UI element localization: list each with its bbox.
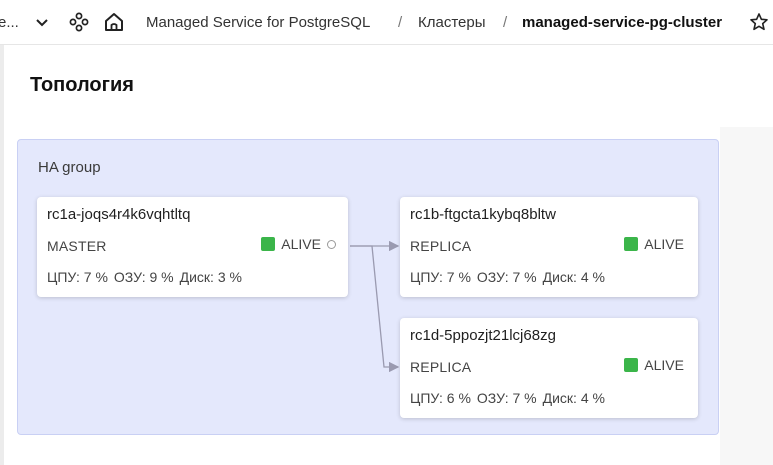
connection-handle-icon xyxy=(327,239,336,249)
host-status: ALIVE xyxy=(261,236,336,252)
host-name: rc1b-ftgcta1kybq8bltw xyxy=(410,206,556,223)
host-metrics: ЦПУ: 6 % ОЗУ: 7 % Диск: 4 % xyxy=(410,390,605,406)
host-metrics: ЦПУ: 7 % ОЗУ: 7 % Диск: 4 % xyxy=(410,269,605,285)
host-card-replica-1[interactable]: rc1b-ftgcta1kybq8bltw REPLICA ALIVE ЦПУ:… xyxy=(400,197,698,297)
host-role: MASTER xyxy=(47,238,107,254)
host-metrics: ЦПУ: 7 % ОЗУ: 9 % Диск: 3 % xyxy=(47,269,242,285)
ram-usage: ОЗУ: 9 % xyxy=(113,269,174,285)
host-role: REPLICA xyxy=(410,238,472,254)
disk-usage: Диск: 3 % xyxy=(179,269,242,285)
host-status: ALIVE xyxy=(624,236,684,252)
status-indicator-icon xyxy=(624,358,639,372)
status-label: ALIVE xyxy=(644,357,684,373)
cpu-usage: ЦПУ: 7 % xyxy=(47,269,108,285)
status-label: ALIVE xyxy=(281,236,321,252)
cpu-usage: ЦПУ: 6 % xyxy=(410,390,471,406)
host-status: ALIVE xyxy=(624,357,684,373)
host-role: REPLICA xyxy=(410,359,472,375)
host-card-replica-2[interactable]: rc1d-5ppozjt21lcj68zg REPLICA ALIVE ЦПУ:… xyxy=(400,318,698,418)
host-name: rc1d-5ppozjt21lcj68zg xyxy=(410,327,556,344)
ram-usage: ОЗУ: 7 % xyxy=(476,269,537,285)
status-indicator-icon xyxy=(624,237,639,251)
status-label: ALIVE xyxy=(644,236,684,252)
ram-usage: ОЗУ: 7 % xyxy=(476,390,537,406)
disk-usage: Диск: 4 % xyxy=(542,269,605,285)
disk-usage: Диск: 4 % xyxy=(542,390,605,406)
replication-link-rc1d xyxy=(350,245,400,373)
status-indicator-icon xyxy=(261,237,276,251)
host-name: rc1a-joqs4r4k6vqhtltq xyxy=(47,206,191,223)
host-card-master[interactable]: rc1a-joqs4r4k6vqhtltq MASTER ALIVE ЦПУ: … xyxy=(37,197,348,297)
cpu-usage: ЦПУ: 7 % xyxy=(410,269,471,285)
